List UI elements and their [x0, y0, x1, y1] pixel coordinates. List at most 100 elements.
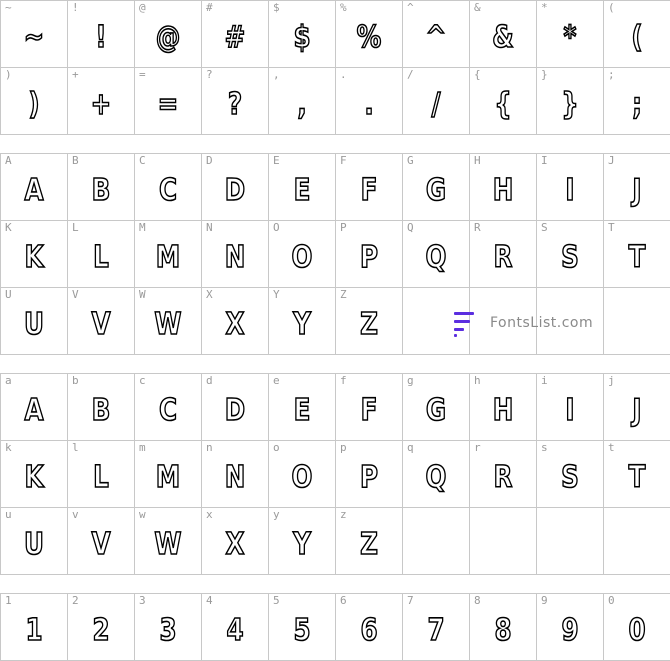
character-label: A [5, 154, 12, 167]
glyph-preview: C [158, 393, 178, 428]
glyph-cell: qQ [403, 441, 470, 508]
character-label: n [206, 441, 213, 454]
glyph-cell: dD [202, 374, 269, 441]
glyph-preview: 9 [561, 613, 579, 648]
glyph-cell: SS [537, 221, 604, 288]
glyph-cell: YY [269, 288, 336, 355]
glyph-preview: V [91, 307, 111, 342]
glyph-preview: M [155, 240, 181, 275]
glyph-cell: FF [336, 154, 403, 221]
glyph-cell: 55 [269, 594, 336, 661]
character-label: 8 [474, 594, 481, 607]
character-label: y [273, 508, 280, 521]
glyph-cell: {{ [470, 68, 537, 135]
character-label: O [273, 221, 280, 234]
glyph-cell: II [537, 154, 604, 221]
glyph-cell: XX [202, 288, 269, 355]
glyph-preview: S [560, 240, 579, 275]
glyph-cell: iI [537, 374, 604, 441]
character-label: D [206, 154, 213, 167]
glyph-cell: uU [1, 508, 68, 575]
glyph-preview: E [293, 173, 311, 208]
character-label: H [474, 154, 481, 167]
glyph-cell: CC [135, 154, 202, 221]
character-label: R [474, 221, 481, 234]
character-label: V [72, 288, 79, 301]
glyph-cell: 00 [604, 594, 670, 661]
character-label: M [139, 221, 146, 234]
character-label: C [139, 154, 146, 167]
character-label: 3 [139, 594, 146, 607]
glyph-preview: / [431, 87, 441, 122]
glyph-preview: L [93, 240, 110, 275]
character-label: l [72, 441, 79, 454]
glyph-cell: 99 [537, 594, 604, 661]
character-label: h [474, 374, 481, 387]
glyph-preview: * [563, 20, 577, 55]
character-label: % [340, 1, 347, 14]
character-label: { [474, 68, 481, 81]
glyph-cell: JJ [604, 154, 670, 221]
glyph-cell: }} [537, 68, 604, 135]
glyph-preview: Q [425, 240, 447, 275]
glyph-preview: Z [359, 307, 378, 342]
glyph-cell: HH [470, 154, 537, 221]
glyph-preview: $ [293, 20, 311, 55]
character-label: ? [206, 68, 213, 81]
glyph-preview: B [91, 393, 111, 428]
glyph-preview: P [359, 240, 379, 275]
glyph-preview: F [360, 173, 378, 208]
glyph-preview: 2 [92, 613, 110, 648]
character-label: 4 [206, 594, 213, 607]
glyph-preview: ~ [23, 20, 45, 55]
character-label: B [72, 154, 79, 167]
glyph-preview: 0 [628, 613, 646, 648]
glyph-cell: DD [202, 154, 269, 221]
character-label: w [139, 508, 146, 521]
glyph-cell: + + [68, 68, 135, 135]
glyph-preview: C [158, 173, 178, 208]
glyph-preview: S [560, 460, 579, 495]
glyph-preview: F [360, 393, 378, 428]
character-label: k [5, 441, 12, 454]
glyph-preview: Y [292, 307, 311, 342]
character-label: ; [608, 68, 615, 81]
glyph-preview: D [224, 393, 246, 428]
glyph-cell: OO [269, 221, 336, 288]
glyph-cell: wW [135, 508, 202, 575]
glyph-cell: 77 [403, 594, 470, 661]
glyph-cell: nN [202, 441, 269, 508]
glyph-cell: mM [135, 441, 202, 508]
empty-cell [604, 288, 670, 355]
glyph-cell: .. [336, 68, 403, 135]
glyph-preview: & [492, 20, 515, 55]
glyph-preview: Q [425, 460, 447, 495]
glyph-preview: V [91, 527, 111, 562]
character-label: } [541, 68, 548, 81]
character-label: & [474, 1, 481, 14]
character-label: W [139, 288, 146, 301]
glyph-preview: D [224, 173, 246, 208]
glyph-cell: & & [470, 1, 537, 68]
character-label: = [139, 68, 146, 81]
glyph-cell: vV [68, 508, 135, 575]
glyph-preview: G [425, 173, 447, 208]
glyph-preview: ( [631, 20, 644, 55]
glyph-cell: QQ [403, 221, 470, 288]
character-label: e [273, 374, 280, 387]
character-label: E [273, 154, 280, 167]
empty-cell [537, 508, 604, 575]
glyph-cell: / / [403, 68, 470, 135]
character-label: x [206, 508, 213, 521]
glyph-preview: ) [28, 87, 41, 122]
glyph-preview: T [628, 460, 646, 495]
glyph-preview: X [225, 307, 245, 342]
character-label: K [5, 221, 12, 234]
empty-cell [604, 508, 670, 575]
glyph-preview: ^ [425, 20, 447, 55]
glyph-cell: 33 [135, 594, 202, 661]
glyph-cell: ^ ^ [403, 1, 470, 68]
character-label: f [340, 374, 347, 387]
watermark-text: FontsList.com [490, 315, 594, 331]
character-label: L [72, 221, 79, 234]
